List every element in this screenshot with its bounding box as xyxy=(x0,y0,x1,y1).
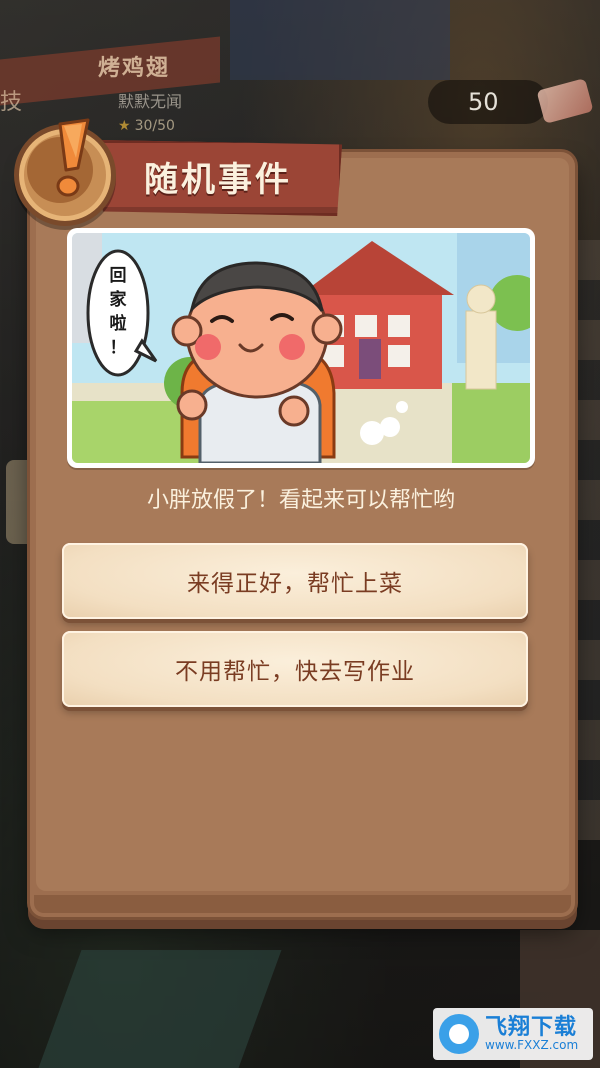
star-progress-value: 30/50 xyxy=(134,118,175,134)
dialog-bottom-edge xyxy=(34,895,571,913)
star-icon: ★ xyxy=(118,118,131,134)
shop-name: 烤鸡翅 xyxy=(98,56,171,81)
event-illustration-scene: 回 家 啦 ！ xyxy=(72,233,530,463)
event-illustration: 回 家 啦 ！ xyxy=(67,228,535,468)
speech-char-3: 啦 xyxy=(110,313,127,334)
star-progress: ★ 30/50 xyxy=(118,118,175,134)
event-description: 小胖放假了！看起来可以帮忙哟 xyxy=(146,488,455,513)
speech-char-4: ！ xyxy=(110,338,127,358)
speech-char-1: 回 xyxy=(110,266,127,286)
watermark-logo-icon xyxy=(439,1014,479,1054)
right-side-menu xyxy=(572,240,600,840)
site-watermark: 飞翔下载 www.FXXZ.com xyxy=(433,1008,593,1060)
watermark-title: 飞翔下载 xyxy=(485,1015,578,1041)
option-help-serve-button[interactable]: 来得正好，帮忙上菜 xyxy=(62,543,528,619)
player-rank-label: 默默无闻 xyxy=(118,92,183,111)
watermark-url: www.FXXZ.com xyxy=(485,1038,579,1053)
background-building xyxy=(230,0,450,80)
option-label: 来得正好，帮忙上菜 xyxy=(187,571,403,597)
exclamation-icon xyxy=(56,118,90,197)
option-go-homework-button[interactable]: 不用帮忙，快去写作业 xyxy=(62,631,528,707)
speech-char-2: 家 xyxy=(110,289,127,310)
coin-counter: 50 xyxy=(428,80,548,124)
coin-value: 50 xyxy=(468,88,499,116)
dialog-title: 随机事件 xyxy=(144,160,292,200)
shop-sign-left-text: 技 xyxy=(0,90,23,115)
option-label: 不用帮忙，快去写作业 xyxy=(175,659,415,685)
